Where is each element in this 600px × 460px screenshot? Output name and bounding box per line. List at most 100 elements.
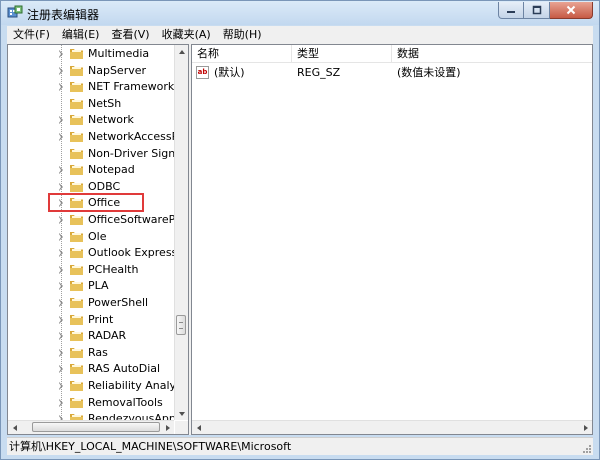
expand-arrow-icon[interactable] <box>59 332 63 341</box>
title-bar[interactable]: 注册表编辑器 <box>1 1 599 25</box>
string-value-icon: ab <box>196 66 209 79</box>
list-row[interactable]: ab (默认) REG_SZ (数值未设置) <box>192 65 592 81</box>
tree-item[interactable]: ODBC <box>8 179 174 195</box>
tree-item[interactable]: PowerShell <box>8 295 174 311</box>
tree-item[interactable]: Ras <box>8 345 174 361</box>
folder-icon <box>70 115 83 126</box>
menu-view[interactable]: 查看(V) <box>105 26 155 44</box>
folder-icon <box>70 98 83 109</box>
list-scroll-right-button[interactable] <box>579 421 592 434</box>
close-button[interactable] <box>550 2 593 19</box>
tree-item-label: RAS AutoDial <box>88 362 161 376</box>
horizontal-scroll-thumb[interactable] <box>32 422 160 432</box>
tree-item[interactable]: PLA <box>8 278 174 294</box>
expand-arrow-icon[interactable] <box>59 232 63 241</box>
tree-item[interactable]: Print <box>8 312 174 328</box>
folder-icon <box>70 49 83 59</box>
expand-arrow-icon[interactable] <box>59 199 63 208</box>
scrollbar-corner <box>175 421 188 434</box>
value-list-pane[interactable]: 名称 类型 数据 ab (默认) REG_SZ (数值未设置) <box>191 44 593 435</box>
value-type: REG_SZ <box>297 66 341 79</box>
tree-item-label: Notepad <box>88 163 135 177</box>
menu-edit[interactable]: 编辑(E) <box>56 26 106 44</box>
tree-item[interactable]: Network <box>8 112 174 128</box>
expand-arrow-icon[interactable] <box>59 382 63 390</box>
tree-item[interactable]: NetSh <box>8 96 174 112</box>
expand-arrow-icon[interactable] <box>59 50 63 58</box>
list-horizontal-scrollbar[interactable] <box>192 420 592 434</box>
folder-icon <box>70 397 83 408</box>
tree-item-label: RemovalTools <box>88 395 163 409</box>
key-tree: Multimedia NapServer NET Framework S NetSh N… <box>8 45 174 420</box>
tree-item[interactable]: RADAR <box>8 328 174 344</box>
expand-arrow-icon[interactable] <box>59 182 63 191</box>
maximize-button[interactable] <box>524 2 550 19</box>
expand-arrow-icon[interactable] <box>59 83 63 92</box>
menu-help[interactable]: 帮助(H) <box>217 26 268 44</box>
column-header-name[interactable]: 名称 <box>192 45 292 62</box>
expand-arrow-icon[interactable] <box>59 66 63 75</box>
folder-icon <box>70 364 83 375</box>
minimize-button[interactable] <box>498 2 524 19</box>
tree-item[interactable]: Notepad <box>8 162 174 178</box>
tree-item[interactable]: NapServer <box>8 63 174 79</box>
expand-arrow-icon[interactable] <box>59 166 63 175</box>
scroll-right-button[interactable] <box>161 421 174 434</box>
tree-item[interactable]: RendezvousApps <box>8 411 174 420</box>
folder-icon <box>70 331 83 342</box>
menu-bar: 文件(F) 编辑(E) 查看(V) 收藏夹(A) 帮助(H) <box>7 26 593 44</box>
menu-favorites[interactable]: 收藏夹(A) <box>156 26 217 44</box>
tree-item-label: NetworkAccessPr <box>88 130 174 143</box>
folder-icon <box>70 165 83 176</box>
key-tree-pane[interactable]: Multimedia NapServer NET Framework S NetSh N… <box>7 44 189 435</box>
expand-arrow-icon[interactable] <box>59 365 63 374</box>
folder-icon <box>70 65 83 76</box>
tree-horizontal-scrollbar[interactable] <box>8 420 174 434</box>
column-header-type[interactable]: 类型 <box>292 45 392 62</box>
caption-buttons <box>498 2 593 20</box>
expand-arrow-icon[interactable] <box>59 133 63 141</box>
folder-icon <box>70 248 83 259</box>
tree-item-label: Outlook Express <box>88 246 174 260</box>
tree-item[interactable]: NetworkAccessPr <box>8 129 174 145</box>
scroll-left-button[interactable] <box>8 421 21 434</box>
tree-item[interactable]: Ole <box>8 229 174 245</box>
resize-grip-icon[interactable] <box>581 443 591 453</box>
tree-item[interactable]: NET Framework S <box>8 79 174 95</box>
tree-item[interactable]: PCHealth <box>8 262 174 278</box>
scroll-up-button[interactable] <box>175 45 188 58</box>
expand-arrow-icon[interactable] <box>59 216 63 224</box>
list-scroll-left-button[interactable] <box>192 421 205 434</box>
tree-item[interactable]: Reliability Analysis <box>8 378 174 394</box>
scroll-down-button[interactable] <box>175 407 188 420</box>
expand-arrow-icon[interactable] <box>59 265 63 274</box>
expand-arrow-icon[interactable] <box>59 315 63 324</box>
expand-arrow-icon[interactable] <box>59 348 63 357</box>
tree-item-label: Office <box>88 196 121 210</box>
arrow-down-icon <box>178 411 185 416</box>
folder-icon <box>70 148 83 159</box>
menu-file[interactable]: 文件(F) <box>7 26 56 44</box>
column-header-data[interactable]: 数据 <box>392 45 592 62</box>
client-area: Multimedia NapServer NET Framework S NetSh N… <box>7 44 593 435</box>
tree-item[interactable]: RAS AutoDial <box>8 361 174 377</box>
folder-icon <box>70 298 83 308</box>
expand-arrow-icon[interactable] <box>59 282 63 291</box>
vertical-scroll-thumb[interactable] <box>176 315 186 335</box>
expand-arrow-icon[interactable] <box>59 249 63 258</box>
tree-vertical-scrollbar[interactable] <box>174 45 188 420</box>
expand-arrow-icon[interactable] <box>59 299 63 307</box>
expand-arrow-icon[interactable] <box>59 398 63 407</box>
tree-item[interactable]: Outlook Express <box>8 245 174 261</box>
folder-icon <box>70 264 83 275</box>
value-name: (默认) <box>214 66 245 79</box>
minimize-icon <box>507 11 515 13</box>
folder-icon <box>70 281 83 292</box>
tree-item[interactable]: Office <box>8 195 174 211</box>
tree-item[interactable]: Non-Driver Signin <box>8 146 174 162</box>
tree-item[interactable]: Multimedia <box>8 46 174 62</box>
tree-item[interactable]: RemovalTools <box>8 395 174 411</box>
tree-item-label: Print <box>88 312 114 326</box>
tree-item[interactable]: OfficeSoftwarePro <box>8 212 174 228</box>
expand-arrow-icon[interactable] <box>59 116 63 125</box>
